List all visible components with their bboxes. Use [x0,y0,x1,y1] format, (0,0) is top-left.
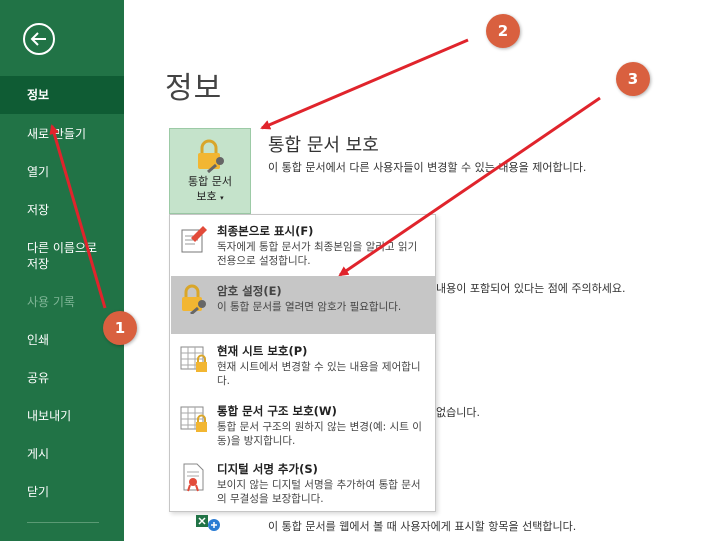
arrow-1 [49,124,107,309]
arrow-3 [338,96,601,277]
step-badge-1: 1 [103,311,137,345]
arrow-2 [260,38,469,130]
step-badge-2: 2 [486,14,520,48]
step-badge-3: 3 [616,62,650,96]
